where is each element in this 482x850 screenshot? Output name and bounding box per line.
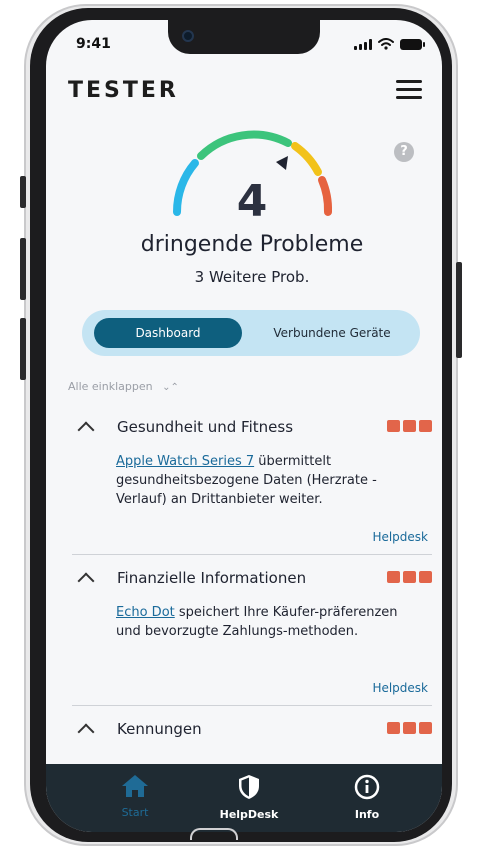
issue-card-header[interactable]: Finanzielle Informationen — [72, 569, 432, 595]
home-icon — [122, 775, 148, 797]
notch — [168, 20, 320, 54]
issue-description: Apple Watch Series 7 übermittelt gesundh… — [116, 452, 414, 509]
urgent-issue-count: 4 — [236, 176, 268, 227]
app-title: TESTER — [68, 78, 179, 103]
helpdesk-link[interactable]: Helpdesk — [372, 530, 428, 544]
severity-indicator — [387, 722, 432, 734]
severity-indicator — [387, 420, 432, 432]
shield-icon — [239, 775, 259, 799]
severity-square — [419, 722, 432, 734]
severity-square — [419, 420, 432, 432]
severity-square — [419, 571, 432, 583]
status-time: 9:41 — [76, 36, 111, 52]
collapse-all-button[interactable]: Alle einklappen ⌄⌃ — [68, 380, 179, 393]
severity-square — [387, 571, 400, 583]
collapse-all-label: Alle einklappen — [68, 380, 153, 393]
issue-card-header[interactable]: Kennungen — [72, 720, 432, 746]
gauge-segment-yellow — [291, 142, 322, 176]
camera-icon — [182, 30, 194, 42]
gauge-needle-icon — [276, 156, 288, 170]
mute-switch — [20, 176, 26, 208]
battery-icon — [400, 39, 425, 50]
info-icon — [354, 774, 380, 800]
chevron-up-icon[interactable] — [77, 723, 95, 741]
issue-title: Gesundheit und Fitness — [117, 418, 294, 436]
nav-start[interactable]: Start — [90, 774, 180, 819]
tab-dashboard[interactable]: Dashboard — [94, 318, 242, 348]
bottom-navigation: Start HelpDesk Info — [46, 764, 442, 832]
hamburger-menu-icon[interactable] — [396, 80, 422, 100]
issue-title: Finanzielle Informationen — [117, 569, 307, 587]
issue-description: Echo Dot speichert Ihre Käufer-präferenz… — [116, 603, 414, 641]
severity-square — [387, 722, 400, 734]
nav-info-label: Info — [354, 808, 380, 821]
status-icons — [354, 38, 425, 50]
divider — [72, 554, 432, 555]
nav-helpdesk[interactable]: HelpDesk — [204, 774, 294, 821]
device-link[interactable]: Apple Watch Series 7 — [116, 454, 254, 469]
wifi-icon — [378, 38, 394, 50]
power-button — [456, 262, 462, 358]
chevron-up-icon[interactable] — [77, 572, 95, 590]
nav-info[interactable]: Info — [322, 774, 412, 821]
severity-square — [403, 722, 416, 734]
further-issues-label: 3 Weitere Prob. — [194, 268, 310, 286]
help-icon[interactable]: ? — [394, 142, 414, 162]
severity-square — [403, 420, 416, 432]
severity-square — [387, 420, 400, 432]
chevrons-collapse-icon: ⌄⌃ — [162, 382, 179, 393]
nav-helpdesk-label: HelpDesk — [219, 808, 279, 821]
helpdesk-link[interactable]: Helpdesk — [372, 681, 428, 695]
issue-card: Gesundheit und Fitness Apple Watch Serie… — [72, 418, 432, 554]
nav-start-label: Start — [121, 806, 149, 819]
issue-card: Finanzielle Informationen Echo Dot speic… — [72, 569, 432, 705]
chevron-up-icon[interactable] — [77, 421, 95, 439]
phone-screen: 9:41 TESTER ? 4 dringende Probleme 3 Wei… — [46, 20, 442, 832]
volume-up-button — [20, 238, 26, 300]
severity-indicator — [387, 571, 432, 583]
issue-title: Kennungen — [117, 720, 202, 738]
signal-icon — [354, 39, 372, 50]
volume-down-button — [20, 318, 26, 380]
divider — [72, 705, 432, 706]
tab-connected-devices[interactable]: Verbundene Geräte — [254, 318, 410, 348]
view-switcher: Dashboard Verbundene Geräte — [82, 310, 420, 356]
issue-card: Kennungen — [72, 720, 432, 750]
urgent-issue-label: dringende Probleme — [140, 232, 364, 257]
gauge-segment-green — [197, 130, 292, 160]
home-indicator — [190, 828, 238, 840]
device-link[interactable]: Echo Dot — [116, 605, 175, 620]
issue-card-header[interactable]: Gesundheit und Fitness — [72, 418, 432, 444]
severity-square — [403, 571, 416, 583]
